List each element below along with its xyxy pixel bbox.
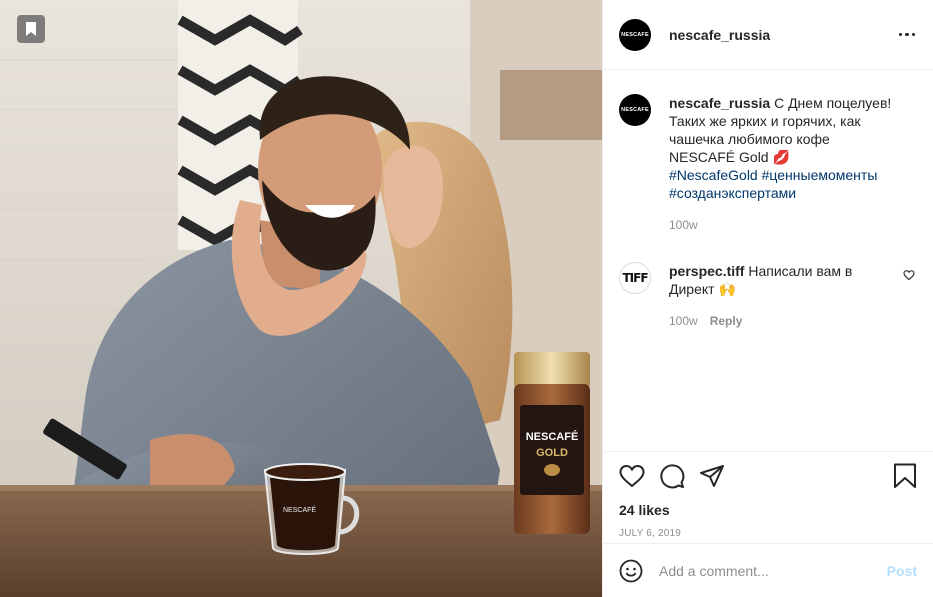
caption-body: nescafe_russia С Днем поцелуев! Таких же… <box>669 94 917 234</box>
author-avatar[interactable]: NESCAFE <box>619 18 651 51</box>
jar-product-text: GOLD <box>536 447 568 459</box>
save-bookmark-icon[interactable] <box>893 463 917 489</box>
comment-body: perspec.tiff Написали вам в Директ 🙌 100… <box>669 262 917 330</box>
share-paper-plane-icon[interactable] <box>699 464 725 488</box>
comment-item: TIFF perspec.tiff Написали вам в Директ … <box>619 262 917 330</box>
raised-hands-emoji: 🙌 <box>718 281 736 297</box>
emoji-smiley-icon[interactable] <box>619 559 643 583</box>
like-heart-icon[interactable] <box>619 464 645 488</box>
add-comment-input[interactable] <box>659 562 887 579</box>
hashtag-link[interactable]: #созданэкспертами <box>669 185 796 201</box>
more-dot-icon <box>898 32 902 37</box>
caption-username[interactable]: nescafe_russia <box>669 95 770 111</box>
post-date[interactable]: July 6, 2019 <box>619 528 917 539</box>
caption-time[interactable]: 100w <box>669 216 698 234</box>
hashtag-link[interactable]: #NescafeGold <box>669 167 758 183</box>
post-header: NESCAFE nescafe_russia <box>603 0 933 70</box>
author-avatar-text: NESCAFE <box>621 31 649 38</box>
caption-avatar[interactable]: NESCAFE <box>619 94 651 126</box>
bookmark-icon <box>26 22 36 36</box>
action-icons <box>619 462 917 490</box>
more-dot-icon <box>911 32 915 37</box>
comments-section[interactable]: NESCAFE nescafe_russia С Днем поцелуев! … <box>603 70 933 451</box>
caption: NESCAFE nescafe_russia С Днем поцелуев! … <box>619 94 917 234</box>
commenter-avatar-text: TIFF <box>622 271 648 285</box>
add-comment-bar: Post <box>603 543 933 597</box>
instagram-post: NESCAFÉ NESCAFÉ GOLD NESCAFE nescafe_rus… <box>0 0 933 597</box>
post-side-panel: NESCAFE nescafe_russia NESCAFE nescafe_r… <box>602 0 933 597</box>
caption-meta: 100w <box>669 216 897 234</box>
couple-coffee-photo: NESCAFÉ NESCAFÉ GOLD <box>0 0 602 597</box>
comment-bubble-icon[interactable] <box>659 463 685 489</box>
more-dot-icon <box>905 32 909 37</box>
caption-avatar-text: NESCAFE <box>621 107 649 113</box>
post-photo[interactable]: NESCAFÉ NESCAFÉ GOLD <box>0 0 602 597</box>
comment-time[interactable]: 100w <box>669 312 698 330</box>
save-to-collection-badge[interactable] <box>17 15 45 43</box>
cup-brand-text: NESCAFÉ <box>283 505 316 514</box>
like-comment-heart-icon[interactable] <box>903 268 915 284</box>
more-options-button[interactable] <box>897 29 918 41</box>
hashtag-link[interactable]: #ценныемоменты <box>762 167 878 183</box>
reply-button[interactable]: Reply <box>710 312 743 330</box>
author-username[interactable]: nescafe_russia <box>669 27 770 43</box>
kiss-emoji: 💋 <box>772 149 790 165</box>
jar-brand-text: NESCAFÉ <box>526 430 579 443</box>
commenter-avatar[interactable]: TIFF <box>619 262 651 294</box>
comment-meta: 100w Reply <box>669 312 897 330</box>
post-comment-button[interactable]: Post <box>887 563 917 579</box>
commenter-username[interactable]: perspec.tiff <box>669 263 744 279</box>
likes-count[interactable]: 24 likes <box>619 502 917 518</box>
post-actions: 24 likes July 6, 2019 <box>603 451 933 543</box>
